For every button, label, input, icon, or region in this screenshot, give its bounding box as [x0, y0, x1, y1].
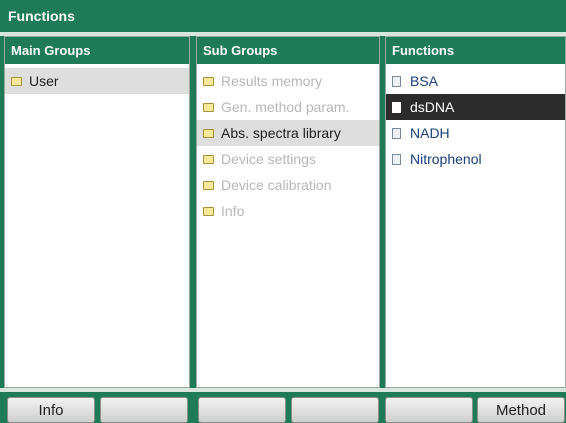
sub-groups-header: Sub Groups — [197, 37, 379, 64]
main-group-item-label: User — [29, 73, 59, 89]
sub-groups-list: Results memory Gen. method param. Abs. s… — [197, 64, 379, 224]
sub-group-item-device-settings[interactable]: Device settings — [197, 146, 379, 172]
function-item-label: dsDNA — [410, 99, 455, 115]
sub-group-item-label: Abs. spectra library — [221, 125, 341, 141]
sub-group-item-label: Device calibration — [221, 177, 332, 193]
function-item-bsa[interactable]: BSA — [386, 68, 565, 94]
folder-icon — [203, 102, 214, 112]
sub-group-item-info[interactable]: Info — [197, 198, 379, 224]
sub-group-item-label: Device settings — [221, 151, 316, 167]
main-group-item-user[interactable]: User — [5, 68, 189, 94]
sub-group-item-label: Info — [221, 203, 245, 219]
function-item-dsdna[interactable]: dsDNA — [386, 94, 565, 120]
sub-group-item-abs-spectra-library[interactable]: Abs. spectra library — [197, 120, 379, 146]
sub-group-item-device-calibration[interactable]: Device calibration — [197, 172, 379, 198]
folder-icon — [203, 206, 214, 216]
main-groups-list: User — [5, 64, 189, 94]
functions-panel: Functions BSA dsDNA NADH Nitrophenol — [385, 36, 566, 388]
softkey-2[interactable] — [100, 397, 188, 423]
sub-group-item-label: Gen. method param. — [221, 99, 350, 115]
sub-groups-panel: Sub Groups Results memory Gen. method pa… — [196, 36, 380, 388]
folder-icon — [203, 154, 214, 164]
folder-icon — [11, 76, 22, 86]
function-item-label: NADH — [410, 125, 450, 141]
functions-list: BSA dsDNA NADH Nitrophenol — [386, 64, 565, 172]
softkey-4[interactable] — [291, 397, 379, 423]
folder-icon — [203, 180, 214, 190]
sub-group-item-gen-method-param[interactable]: Gen. method param. — [197, 94, 379, 120]
softkey-3[interactable] — [198, 397, 286, 423]
window-title: Functions — [0, 0, 566, 32]
softkey-method[interactable]: Method — [477, 397, 565, 423]
softkey-5[interactable] — [385, 397, 473, 423]
file-icon — [392, 153, 401, 165]
folder-icon — [203, 128, 214, 138]
function-item-label: BSA — [410, 73, 439, 89]
file-icon — [392, 127, 401, 139]
folder-icon — [203, 76, 214, 86]
file-icon — [392, 101, 401, 113]
function-item-nadh[interactable]: NADH — [386, 120, 565, 146]
file-icon — [392, 75, 401, 87]
softkey-bar: Info Method — [0, 388, 566, 423]
main-groups-panel: Main Groups User — [4, 36, 190, 388]
function-item-label: Nitrophenol — [410, 151, 482, 167]
sub-group-item-results-memory[interactable]: Results memory — [197, 68, 379, 94]
softkey-info[interactable]: Info — [7, 397, 95, 423]
functions-header: Functions — [386, 37, 565, 64]
main-groups-header: Main Groups — [5, 37, 189, 64]
sub-group-item-label: Results memory — [221, 73, 323, 89]
function-item-nitrophenol[interactable]: Nitrophenol — [386, 146, 565, 172]
